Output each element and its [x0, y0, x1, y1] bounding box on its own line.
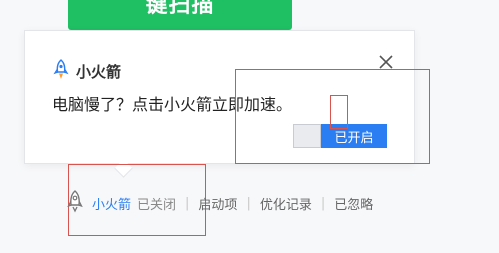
startup-items-link[interactable]: 启动项	[198, 194, 237, 213]
rocket-toggle[interactable]: 已开启	[293, 124, 387, 148]
rocket-icon	[53, 59, 69, 83]
toggle-off-knob[interactable]	[293, 124, 321, 148]
toggle-on-label[interactable]: 已开启	[321, 124, 387, 148]
popup-message: 电脑慢了？点击小火箭立即加速。	[52, 95, 293, 114]
separator: |	[185, 195, 190, 211]
rocket-state: 已关闭	[137, 197, 177, 213]
popup-title: 小火箭	[76, 62, 122, 81]
popup-header: 小火箭	[53, 59, 122, 83]
close-icon[interactable]	[376, 52, 396, 72]
optimize-history-link[interactable]: 优化记录	[260, 194, 312, 213]
separator: |	[246, 195, 251, 211]
separator: |	[320, 195, 326, 211]
ignored-link[interactable]: 已忽略	[334, 194, 373, 213]
rocket-icon[interactable]	[66, 189, 84, 217]
rocket-name-link[interactable]: 小火箭	[92, 194, 131, 213]
scan-button[interactable]: 键扫描	[68, 0, 292, 30]
scan-button-label: 键扫描	[145, 0, 215, 18]
status-bar: 小火箭 已关闭 | 启动项 | 优化记录 | 已忽略	[66, 190, 373, 216]
